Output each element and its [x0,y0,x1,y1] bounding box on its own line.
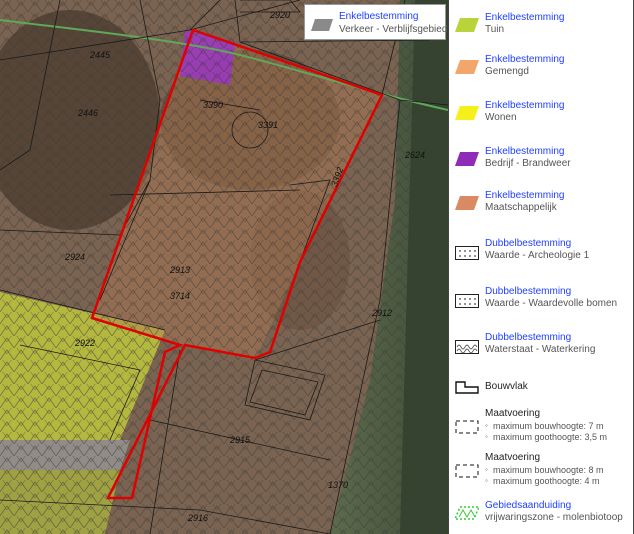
legend-item-title: Dubbelbestemming [485,238,572,249]
parcel-number-label: 1370 [328,480,348,490]
parcel-number-label: 3391 [258,120,278,130]
legend-item-subtitle: Maatschappelijk [485,202,557,213]
map-canvas: 2920244533903391244626243392292429133714… [0,0,448,534]
overlay-subtitle: Verkeer - Verblijfsgebied [339,24,448,35]
parcel-number-label: 2445 [89,50,111,60]
parcel-number-label: 2912 [371,308,392,318]
waterkering-pattern [0,0,448,534]
wonen-swatch-icon [455,106,479,120]
maatvoering-line: maximum bouwhoogte: 8 m [493,465,604,475]
bouwvlak-label: Bouwvlak [485,381,528,392]
parcel-number-label: 2624 [404,150,425,160]
bullet-icon: ◦ [485,432,488,441]
parcel-number-label: 2924 [64,252,85,262]
parcel-number-label: 2920 [269,10,290,20]
legend-item-subtitle: Waterstaat - Waterkering [485,344,596,355]
legend-item-subtitle: Wonen [485,112,517,123]
legend-item-subtitle: Bedrijf - Brandweer [485,158,571,169]
legend-item-title: Dubbelbestemming [485,286,572,297]
bullet-icon: ◦ [485,421,488,430]
bouwvlak-icon [455,380,479,394]
dotted-box-icon [455,246,479,260]
parcel-number-label: 2916 [187,513,208,523]
legend-item-subtitle: Waarde - Waardevolle bomen [485,298,618,309]
parcel-number-label: 2913 [169,265,190,275]
legend-item-title: Enkelbestemming [485,12,565,23]
brandweer-swatch-icon [455,152,479,166]
legend-item-subtitle: Tuin [485,24,505,35]
gemengd-swatch-icon [455,60,479,74]
legend-item-subtitle: vrijwaringszone - molenbiotoop [485,512,623,523]
bullet-icon: ◦ [485,465,488,474]
legend-panel: Enkelbestemming Tuin Enkelbestemming Gem… [448,0,634,534]
legend-item-subtitle: Gemengd [485,66,529,77]
dashed-box-icon [455,464,479,478]
maatvoering-title: Maatvoering [485,452,541,463]
maatvoering-line: maximum goothoogte: 3,5 m [493,432,608,442]
legend-item-title: Dubbelbestemming [485,332,572,343]
parcel-number-label: 2922 [74,338,95,348]
parcel-number-label: 2446 [77,108,98,118]
legend-item-title: Enkelbestemming [485,190,565,201]
parcel-number-label: 3714 [170,291,190,301]
bullet-icon: ◦ [485,476,488,485]
legend-item-title: Enkelbestemming [485,54,565,65]
tuin-swatch-icon [455,18,479,32]
legend-item-subtitle: Waarde - Archeologie 1 [485,250,590,261]
maatvoering-line: maximum goothoogte: 4 m [493,476,600,486]
legend-item-title: Enkelbestemming [485,146,565,157]
maatschappelijk-swatch-icon [455,196,479,210]
dotted-box-icon [455,294,479,308]
molenbiotoop-swatch-icon [453,506,481,520]
maatvoering-title: Maatvoering [485,408,541,419]
map-legend-overlay: Enkelbestemming Verkeer - Verblijfsgebie… [304,4,448,40]
dashed-box-icon [455,420,479,434]
parcel-number-label: 3390 [203,100,223,110]
wave-box-icon [455,340,479,354]
parcel-number-label: 2915 [229,435,251,445]
legend-item-title: Gebiedsaanduiding [485,500,572,511]
map-viewport[interactable]: 2920 2445 3390 3391 2446 2624 3392 2924 2913 3714… [0,0,448,534]
verkeer-swatch-icon [311,18,333,31]
legend-item-title: Enkelbestemming [485,100,565,111]
overlay-title: Enkelbestemming [339,11,419,22]
maatvoering-line: maximum bouwhoogte: 7 m [493,421,604,431]
